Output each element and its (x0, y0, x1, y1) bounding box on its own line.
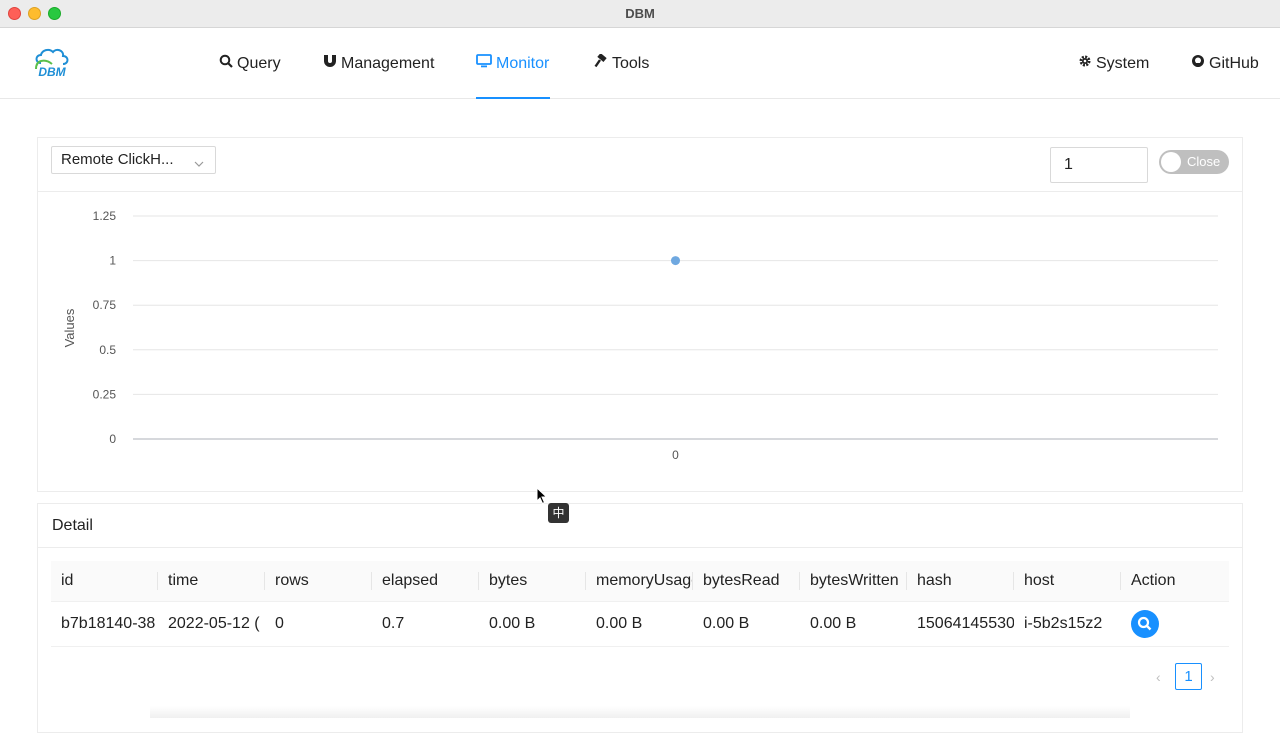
toggle-knob (1161, 152, 1181, 172)
column-header[interactable]: hash (907, 561, 1014, 602)
nav-tools-label: Tools (612, 55, 650, 73)
next-page-button[interactable]: › (1210, 669, 1215, 685)
y-tick-label: 0.25 (93, 387, 117, 401)
nav-github-label: GitHub (1209, 55, 1259, 73)
nav-management-label: Management (341, 55, 435, 73)
dbm-logo-icon: DBM (35, 48, 69, 79)
mouse-cursor-icon (536, 486, 548, 510)
nav-management[interactable]: Management (323, 29, 434, 99)
cell-bytes-read: 0.00 B (693, 601, 800, 647)
y-tick-label: 0.5 (99, 343, 116, 357)
cell-hash: 15064145530 (907, 601, 1014, 647)
column-header[interactable]: bytesRead (693, 561, 800, 602)
cell-memory-usage: 0.00 B (586, 601, 693, 647)
column-header[interactable]: host (1014, 561, 1121, 602)
auto-refresh-toggle[interactable]: Close (1159, 150, 1229, 174)
monitor-chart: Values 1.25 1 0.75 0.5 0.25 0 0 (62, 209, 1218, 462)
y-tick-label: 0 (109, 432, 116, 446)
search-icon (219, 29, 233, 99)
nav-tools[interactable]: Tools (594, 29, 649, 99)
app-logo[interactable]: DBM (32, 47, 72, 81)
nav-query-label: Query (237, 55, 281, 73)
top-navbar: DBM Query Management Monitor Tools Syste… (0, 29, 1280, 99)
refresh-interval-input[interactable]: 1 (1050, 147, 1148, 183)
detail-card: Detail id time rows elapsed bytes memory… (37, 503, 1243, 733)
column-header[interactable]: bytesWritten (800, 561, 907, 602)
ime-indicator: 中 (548, 503, 569, 523)
column-header[interactable]: id (51, 561, 158, 602)
column-header[interactable]: rows (265, 561, 372, 602)
search-icon (1137, 616, 1152, 630)
window-titlebar: DBM (0, 0, 1280, 28)
cell-action (1121, 601, 1229, 647)
nav-system[interactable]: System (1078, 29, 1149, 99)
cell-id: b7b18140-38 (51, 601, 158, 647)
pagination: ‹ 1 › (1148, 663, 1238, 691)
nav-monitor[interactable]: Monitor (476, 29, 550, 99)
window-title: DBM (625, 6, 655, 21)
hammer-icon (594, 29, 608, 99)
monitor-chart-card: Remote ClickH... 1 Close Values 1.25 1 0.7… (37, 137, 1243, 492)
cell-time: 2022-05-12 ( (158, 601, 265, 647)
view-detail-button[interactable] (1131, 609, 1159, 638)
table-row: b7b18140-38 2022-05-12 ( 0 0.7 0.00 B 0.… (51, 601, 1229, 647)
bottom-shadow (150, 706, 1130, 718)
prev-page-button[interactable]: ‹ (1156, 669, 1161, 685)
y-tick-label: 1 (109, 254, 116, 268)
nav-github[interactable]: GitHub (1191, 29, 1259, 99)
nav-monitor-label: Monitor (496, 55, 550, 73)
detail-table: id time rows elapsed bytes memoryUsage b… (51, 561, 1229, 647)
column-header[interactable]: elapsed (372, 561, 479, 602)
page-number-current[interactable]: 1 (1175, 663, 1202, 690)
github-icon (1191, 29, 1205, 99)
column-header[interactable]: Action (1121, 561, 1229, 602)
monitor-icon (476, 29, 492, 99)
nav-query[interactable]: Query (219, 29, 281, 99)
column-header[interactable]: memoryUsage (586, 561, 693, 602)
cell-bytes-written: 0.00 B (800, 601, 907, 647)
chevron-down-icon (193, 153, 205, 179)
gear-icon (1078, 29, 1092, 99)
y-axis-label: Values (62, 308, 77, 347)
cell-rows: 0 (265, 601, 372, 647)
column-header[interactable]: bytes (479, 561, 586, 602)
datasource-select[interactable]: Remote ClickH... (51, 146, 216, 174)
cell-host: i-5b2s15z2 (1014, 601, 1121, 647)
y-tick-label: 0.75 (93, 298, 117, 312)
table-header-row: id time rows elapsed bytes memoryUsage b… (51, 561, 1229, 602)
datasource-select-value: Remote ClickH... (61, 151, 174, 168)
y-tick-label: 1.25 (93, 209, 117, 223)
magnet-icon (323, 29, 337, 99)
data-point[interactable] (671, 256, 680, 266)
column-header[interactable]: time (158, 561, 265, 602)
monitor-toolbar: Remote ClickH... 1 Close (38, 138, 1242, 192)
toggle-label: Close (1187, 154, 1221, 169)
cell-elapsed: 0.7 (372, 601, 479, 647)
svg-text:DBM: DBM (38, 65, 66, 79)
nav-system-label: System (1096, 55, 1150, 73)
cell-bytes: 0.00 B (479, 601, 586, 647)
x-tick-label: 0 (672, 448, 679, 462)
detail-title: Detail (38, 504, 1242, 548)
